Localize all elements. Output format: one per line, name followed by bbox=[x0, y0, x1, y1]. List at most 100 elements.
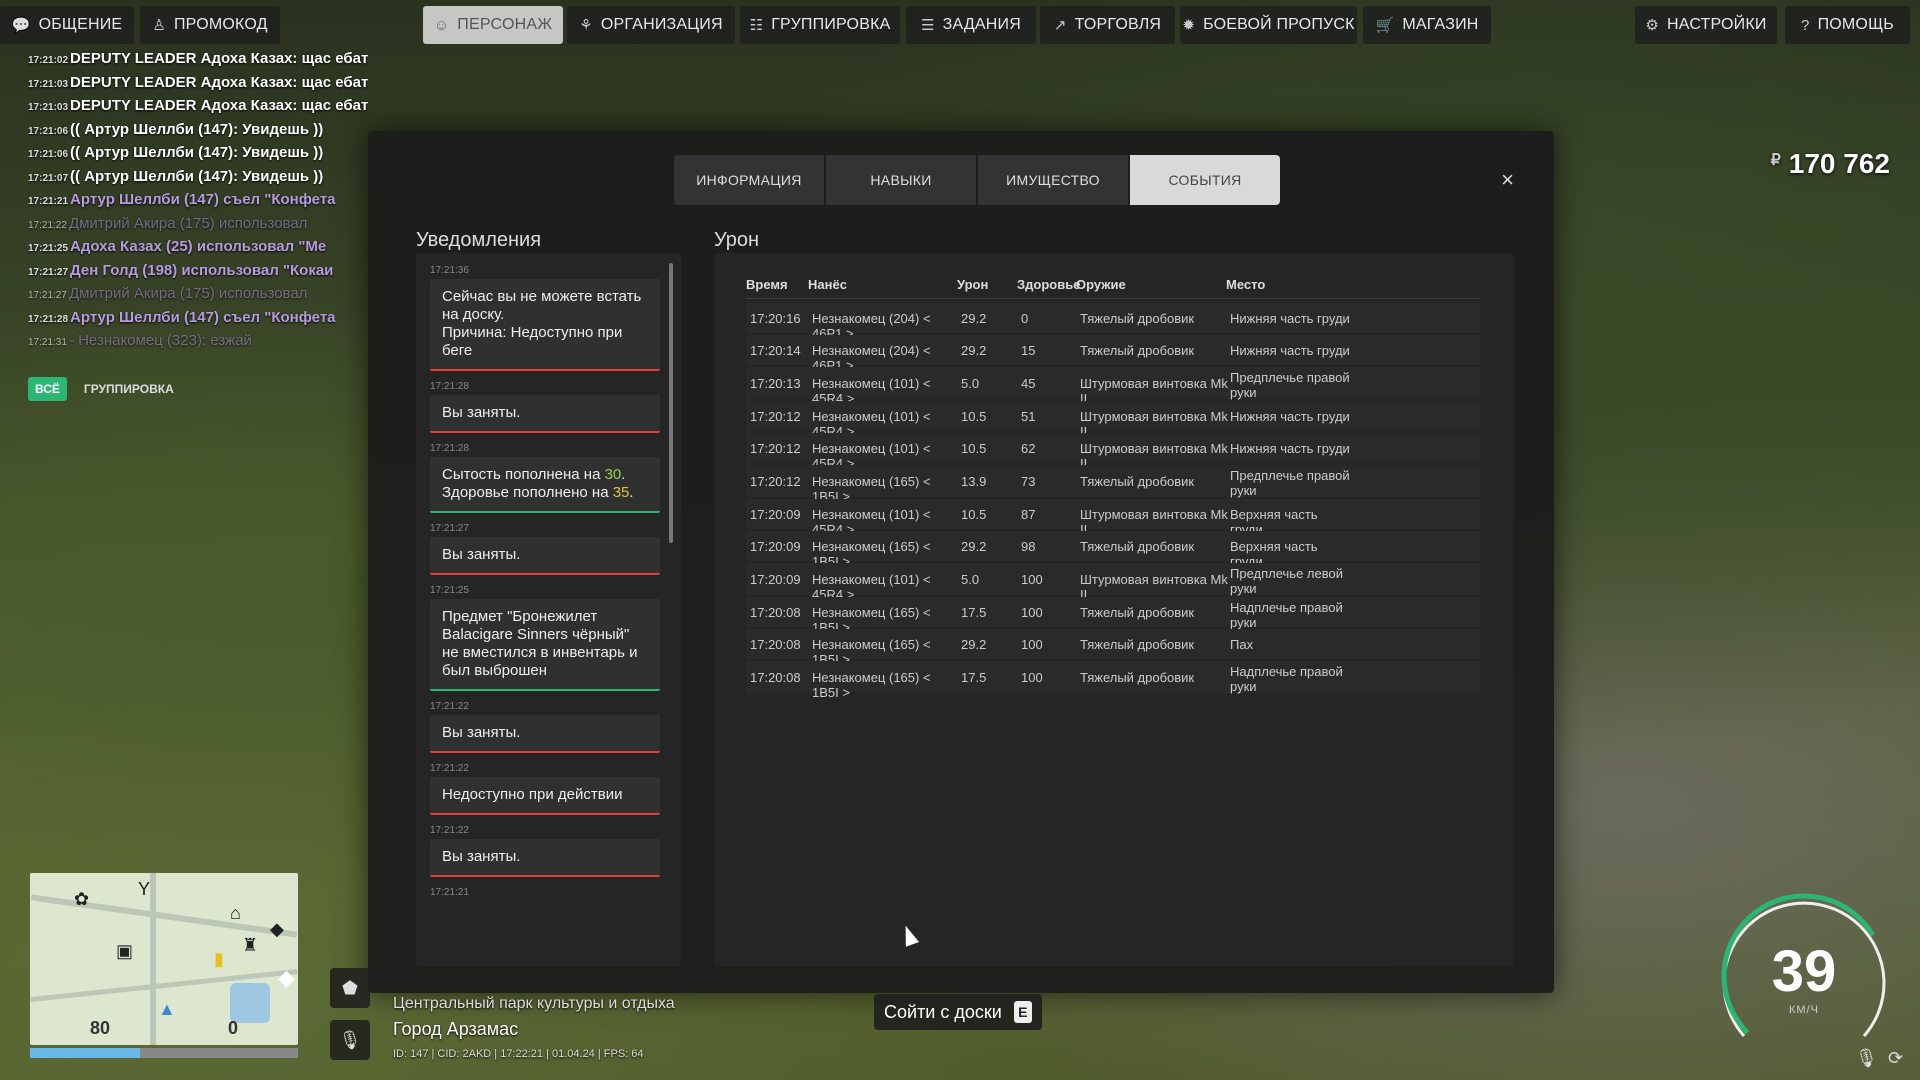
table-row: 17:20:12 Незнакомец (101) < 45R4 >10.5 62 Ш… bbox=[746, 433, 1480, 471]
notification-timestamp: 17:21:22 bbox=[430, 763, 469, 774]
table-cell: 10.5 bbox=[961, 507, 987, 522]
table-cell: 73 bbox=[1021, 474, 1036, 489]
table-cell: 100 bbox=[1021, 637, 1043, 652]
tab-3[interactable]: СОБЫТИЯ bbox=[1130, 155, 1280, 205]
chat-text: Ден Голд (198) использовал "Кокаи bbox=[70, 261, 334, 279]
table-row: 17:20:09 Незнакомец (101) < 45R4 >10.5 87 Ш… bbox=[746, 499, 1480, 537]
table-cell: 98 bbox=[1021, 539, 1036, 554]
map-road bbox=[30, 894, 298, 938]
table-row: 17:20:09 Незнакомец (101) < 45R4 >5.0 100 Ш… bbox=[746, 563, 1480, 602]
battle-pass-icon: ✹ bbox=[1182, 17, 1196, 34]
table-cell: 10.5 bbox=[961, 409, 987, 424]
nav-cart-button[interactable]: 🛒 МАГАЗИН bbox=[1363, 6, 1491, 44]
chat-timestamp: 17:21:06 bbox=[28, 149, 69, 160]
nav-battle-pass-button[interactable]: ✹ БОЕВОЙ ПРОПУСК bbox=[1180, 6, 1357, 44]
nav-character-button[interactable]: ☺ ПЕРСОНАЖ bbox=[423, 6, 563, 44]
nav-label: ЗАДАНИЯ bbox=[942, 16, 1022, 33]
damage-column-header: Место bbox=[1226, 277, 1266, 292]
notification-text: 35 bbox=[612, 484, 630, 501]
tab-2[interactable]: ИМУЩЕСТВО bbox=[978, 155, 1128, 205]
chat-message: 17:21:06(( Артур Шеллби (147): Увидешь )… bbox=[28, 121, 368, 145]
nav-group-button[interactable]: ☷ ГРУППИРОВКА bbox=[740, 6, 900, 44]
nav-label: ПОМОЩЬ bbox=[1817, 16, 1894, 33]
table-cell: 29.2 bbox=[961, 637, 987, 652]
nav-label: ГРУППИРОВКА bbox=[771, 16, 891, 33]
speed-unit: КМ/Ч bbox=[1789, 1004, 1819, 1016]
player-arrow-icon: ▲ bbox=[158, 999, 176, 1019]
nav-organization-button[interactable]: ⚘ ОРГАНИЗАЦИЯ bbox=[567, 6, 735, 44]
damage-column-header: Урон bbox=[957, 277, 989, 292]
chat-message: 17:21:28 Артур Шеллби (147) съел "Конфета bbox=[28, 309, 368, 333]
nav-chat-button[interactable]: 💬 ОБЩЕНИЕ bbox=[0, 6, 134, 44]
chat-text: Артур Шеллби (147) съел "Конфета bbox=[70, 308, 336, 326]
chat-message: 17:21:03 DEPUTY LEADER Адоха Казах: щас е… bbox=[28, 97, 368, 121]
modal-tabs: ИНФОРМАЦИЯ НАВЫКИ ИМУЩЕСТВО СОБЫТИЯ bbox=[674, 155, 1280, 205]
person-icon: ♙ bbox=[152, 17, 166, 34]
microphone-button[interactable]: 🎙 bbox=[330, 1020, 370, 1060]
tab-0[interactable]: ИНФОРМАЦИЯ bbox=[674, 155, 824, 205]
tab-1[interactable]: НАВЫКИ bbox=[826, 155, 976, 205]
chat-tab-1[interactable]: ГРУППИРОВКА bbox=[77, 377, 181, 401]
table-row: 17:20:09 Незнакомец (165) < 1B5I >29.2 98 Т… bbox=[746, 531, 1480, 569]
table-cell: 17:20:12 bbox=[750, 409, 801, 424]
notification-card: Недоступно при действии bbox=[430, 777, 660, 815]
table-cell: 17:20:08 bbox=[750, 605, 801, 620]
nav-trade-chart-button[interactable]: ↗ ТОРГОВЛЯ bbox=[1040, 6, 1175, 44]
table-cell: 17:20:13 bbox=[750, 376, 801, 391]
currency-icon: ₽ bbox=[1770, 152, 1781, 169]
notifications-panel[interactable]: 17:21:36 Сейчас вы не можете встать на до… bbox=[416, 253, 681, 967]
refresh-icon: ⟳ bbox=[1888, 1048, 1904, 1068]
table-cell: 15 bbox=[1021, 343, 1036, 358]
gear-icon: ⚙ bbox=[1645, 17, 1660, 34]
close-button[interactable]: × bbox=[1501, 167, 1514, 193]
speed-value: 39 bbox=[1771, 939, 1837, 1004]
chat-text: - Незнакомец (323): езжай bbox=[68, 332, 252, 349]
damage-column-header: Время bbox=[746, 277, 788, 292]
table-cell: 100 bbox=[1021, 572, 1043, 587]
table-cell: Надплечье правой руки bbox=[1230, 600, 1343, 630]
table-cell: Тяжелый дробовик bbox=[1080, 670, 1195, 685]
notification-text: Причина: Недоступно при беге bbox=[442, 324, 623, 359]
nav-gear-button[interactable]: ⚙ НАСТРОЙКИ bbox=[1635, 6, 1777, 44]
table-cell: Нижняя часть груди bbox=[1230, 311, 1350, 326]
nav-label: МАГАЗИН bbox=[1402, 16, 1479, 33]
nav-help-button[interactable]: ? ПОМОЩЬ bbox=[1785, 6, 1910, 44]
map-left-number: 80 bbox=[90, 1018, 111, 1038]
dismount-board-button[interactable]: Сойти с доски E bbox=[874, 994, 1042, 1030]
table-cell: Тяжелый дробовик bbox=[1080, 474, 1195, 489]
table-cell: 17:20:12 bbox=[750, 474, 801, 489]
chat-text: DEPUTY LEADER Адоха Казах: щас ебать их … bbox=[70, 73, 368, 91]
chat-text: Артур Шеллби (147) съел "Конфета bbox=[70, 191, 336, 208]
table-row: 17:20:16 Незнакомец (204) < 46P1 >29.2 0 Тя… bbox=[746, 303, 1480, 341]
chat-message: 17:21:02 DEPUTY LEADER Адоха Казах: щас е… bbox=[28, 50, 368, 74]
nav-person-button[interactable]: ♙ ПРОМОКОД bbox=[140, 6, 280, 44]
chat-timestamp: 17:21:03 bbox=[28, 102, 69, 113]
notifications-title: Уведомления bbox=[416, 229, 542, 251]
chat-timestamp: 17:21:27 bbox=[28, 266, 69, 278]
damage-table-header: Время Нанёс Урон Здоровье Оружие Место bbox=[746, 273, 1480, 299]
chat-timestamp: 17:21:02 bbox=[28, 55, 69, 66]
chat-text: DEPUTY LEADER Адоха Казах: щас ебать их … bbox=[70, 97, 368, 114]
damage-column-header: Нанёс bbox=[808, 277, 847, 292]
chat-tab-0[interactable]: ВСЁ bbox=[28, 377, 67, 401]
table-cell: 29.2 bbox=[961, 343, 987, 358]
map-pin-button[interactable]: ⬟ bbox=[330, 968, 370, 1008]
table-row: 17:20:12 Незнакомец (101) < 45R4 >10.5 51 Ш… bbox=[746, 401, 1480, 439]
notification-card: Вы заняты. bbox=[430, 395, 660, 433]
table-cell: Тяжелый дробовик bbox=[1080, 637, 1195, 652]
nav-tasks-button[interactable]: ☰ ЗАДАНИЯ bbox=[906, 6, 1036, 44]
chat-icon: 💬 bbox=[11, 17, 31, 34]
table-cell: Предплечье левой руки bbox=[1230, 566, 1343, 596]
chat-message: 17:21:07(( Артур Шеллби (147): Увидешь )… bbox=[28, 168, 368, 192]
table-cell: 17:20:09 bbox=[750, 572, 801, 587]
notifications-scrollbar[interactable] bbox=[669, 263, 673, 543]
money-amount: 170 762 bbox=[1788, 148, 1890, 179]
table-row: 17:20:13 Незнакомец (101) < 45R4 >5.0 45 Шт… bbox=[746, 367, 1480, 406]
map-cocktail-icon: Y bbox=[138, 879, 151, 899]
table-cell: Нижняя часть груди bbox=[1230, 343, 1350, 358]
table-cell: Тяжелый дробовик bbox=[1080, 343, 1195, 358]
player-info: ID: 147 | CID: 2AKD | 17:22:21 | 01.04.2… bbox=[393, 1048, 644, 1060]
map-road bbox=[150, 873, 156, 1045]
chat-log: 17:21:02 DEPUTY LEADER Адоха Казах: щас е… bbox=[28, 50, 368, 356]
table-row: 17:20:12 Незнакомец (165) < 1B5I >13.9 73 Т… bbox=[746, 465, 1480, 504]
